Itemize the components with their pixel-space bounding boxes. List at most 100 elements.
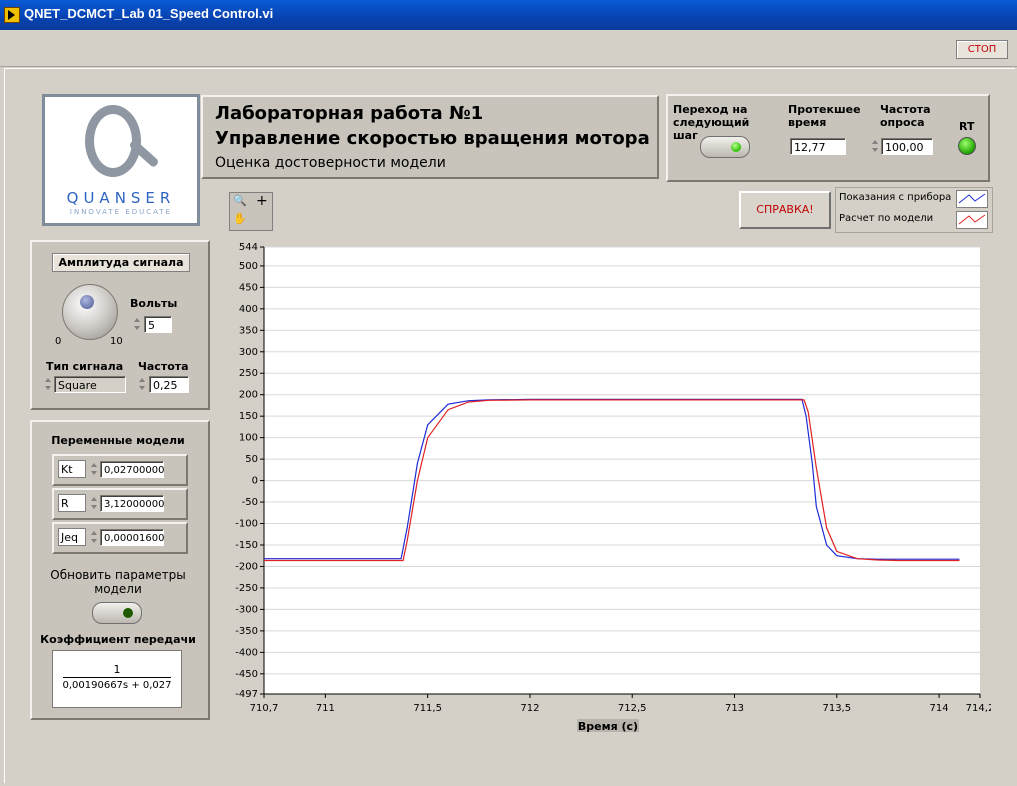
knob-pointer-icon — [80, 295, 94, 309]
status-panel: Переход на следующий шаг Протекшее время… — [666, 94, 990, 182]
x-tick-label: 713 — [725, 703, 744, 714]
y-tick-label: -400 — [235, 647, 258, 658]
update-params-led-icon — [123, 608, 133, 618]
x-tick-label: 712 — [520, 703, 539, 714]
page-title-line2: Управление скоростью вращения мотора — [215, 128, 650, 149]
frequency-label: Частота — [138, 360, 189, 373]
var-name-kt[interactable]: Kt — [58, 460, 86, 478]
graph-tools-palette: 🔍 + ✋ — [229, 192, 273, 231]
y-tick-label: -200 — [235, 561, 258, 572]
signal-type-label: Тип сигнала — [46, 360, 124, 373]
x-tick-label: 712,5 — [618, 703, 647, 714]
model-var-kt: Kt 0,02700000 — [52, 454, 188, 486]
x-axis-label: Время (с) — [578, 720, 638, 732]
y-tick-label: -450 — [235, 669, 258, 680]
logo-brand: QUANSER — [66, 189, 176, 207]
y-tick-label: 0 — [252, 476, 258, 487]
volts-label: Вольты — [130, 297, 178, 310]
stop-button[interactable]: СТОП — [956, 40, 1008, 59]
y-tick-label: 300 — [239, 347, 258, 358]
legend-swatch-measured[interactable] — [956, 190, 988, 208]
signal-type-selector[interactable]: Square — [54, 376, 126, 393]
y-tick-label: 150 — [239, 411, 258, 422]
y-tick-label: 100 — [239, 433, 258, 444]
page-title-box: Лабораторная работа №1 Управление скорос… — [201, 95, 659, 179]
labview-app-icon — [4, 7, 20, 23]
y-tick-label: 250 — [239, 368, 258, 379]
frequency-spinner[interactable] — [138, 376, 146, 393]
tf-denominator: 0,00190667s + 0,027 — [62, 680, 172, 691]
sample-rate-spinner[interactable] — [871, 138, 879, 155]
var-r-spinner[interactable] — [90, 495, 98, 512]
rt-led-icon — [958, 137, 976, 155]
var-value-r[interactable]: 3,12000000 — [100, 495, 164, 512]
y-tick-label: 350 — [239, 325, 258, 336]
help-button[interactable]: СПРАВКА! — [739, 191, 831, 229]
toolbar — [0, 30, 1017, 67]
y-tick-label: 400 — [239, 304, 258, 315]
legend-label-model: Расчет по модели — [839, 213, 934, 224]
model-vars-title: Переменные модели — [51, 434, 185, 447]
y-tick-label: -300 — [235, 604, 258, 615]
x-tick-label: 711,5 — [413, 703, 442, 714]
plot-area — [264, 247, 980, 694]
y-tick-label: -250 — [235, 583, 258, 594]
frequency-field[interactable]: 0,25 — [149, 376, 189, 393]
amplitude-button[interactable]: Амплитуда сигнала — [52, 253, 190, 272]
y-tick-label: -497 — [235, 689, 258, 700]
transfer-function-display: 1 0,00190667s + 0,027 — [52, 650, 182, 708]
page-title-line1: Лабораторная работа №1 — [215, 103, 484, 124]
model-var-jeq: Jeq 0,00001600 — [52, 522, 188, 554]
sample-rate-label: Частота опроса — [880, 103, 931, 129]
y-tick-label: -50 — [242, 497, 258, 508]
elapsed-time-label: Протекшее время — [788, 103, 861, 129]
model-panel: Переменные модели Kt 0,02700000 R 3,1200… — [30, 420, 210, 720]
crosshair-icon[interactable]: + — [256, 193, 268, 209]
update-params-toggle[interactable] — [92, 602, 142, 624]
zoom-icon[interactable]: 🔍 — [233, 194, 247, 207]
pan-hand-icon[interactable]: ✋ — [233, 212, 247, 225]
speed-chart[interactable]: 544500450400350300250200150100500-50-100… — [228, 237, 991, 732]
transfer-function-label: Коэффициент передачи — [40, 633, 196, 646]
y-tick-label: 450 — [239, 282, 258, 293]
x-tick-label: 711 — [316, 703, 335, 714]
signal-panel: Амплитуда сигнала 0 10 Вольты 5 Тип сигн… — [30, 240, 210, 410]
y-tick-label: 544 — [239, 242, 258, 253]
y-tick-label: -100 — [235, 519, 258, 530]
y-tick-label: 50 — [245, 454, 258, 465]
var-name-jeq[interactable]: Jeq — [58, 528, 86, 546]
window-title: QNET_DCMCT_Lab 01_Speed Control.vi — [24, 6, 274, 21]
x-tick-label: 710,7 — [250, 703, 279, 714]
legend-swatch-model[interactable] — [956, 211, 988, 229]
var-jeq-spinner[interactable] — [90, 529, 98, 546]
sample-rate-field[interactable]: 100,00 — [881, 138, 933, 155]
plot-legend: Показания с прибора Расчет по модели — [835, 187, 993, 233]
legend-label-measured: Показания с прибора — [839, 192, 952, 203]
volts-field[interactable]: 5 — [144, 316, 172, 333]
next-step-led-icon — [731, 142, 741, 152]
var-name-r[interactable]: R — [58, 494, 86, 512]
var-value-kt[interactable]: 0,02700000 — [100, 461, 164, 478]
rt-label: RT — [959, 120, 975, 133]
amplitude-knob[interactable] — [62, 284, 118, 340]
knob-min-label: 0 — [55, 336, 62, 347]
tf-numerator: 1 — [113, 663, 121, 676]
y-tick-label: 500 — [239, 261, 258, 272]
page-subtitle: Оценка достоверности модели — [215, 155, 446, 171]
x-tick-label: 713,5 — [822, 703, 851, 714]
update-params-label: Обновить параметры модели — [50, 568, 186, 596]
signal-type-spinner[interactable] — [44, 376, 52, 393]
knob-max-label: 10 — [110, 336, 123, 347]
model-var-r: R 3,12000000 — [52, 488, 188, 520]
var-value-jeq[interactable]: 0,00001600 — [100, 529, 164, 546]
window-titlebar: QNET_DCMCT_Lab 01_Speed Control.vi — [0, 0, 1017, 30]
tf-fraction-bar — [63, 677, 171, 678]
var-kt-spinner[interactable] — [90, 461, 98, 478]
x-tick-label: 714 — [930, 703, 949, 714]
elapsed-time-field: 12,77 — [790, 138, 846, 155]
logo-tagline: INNOVATE EDUCATE — [69, 208, 173, 216]
x-tick-label: 714,2 — [966, 703, 991, 714]
next-step-toggle[interactable] — [700, 136, 750, 158]
volts-spinner[interactable] — [133, 316, 141, 333]
y-tick-label: -350 — [235, 626, 258, 637]
